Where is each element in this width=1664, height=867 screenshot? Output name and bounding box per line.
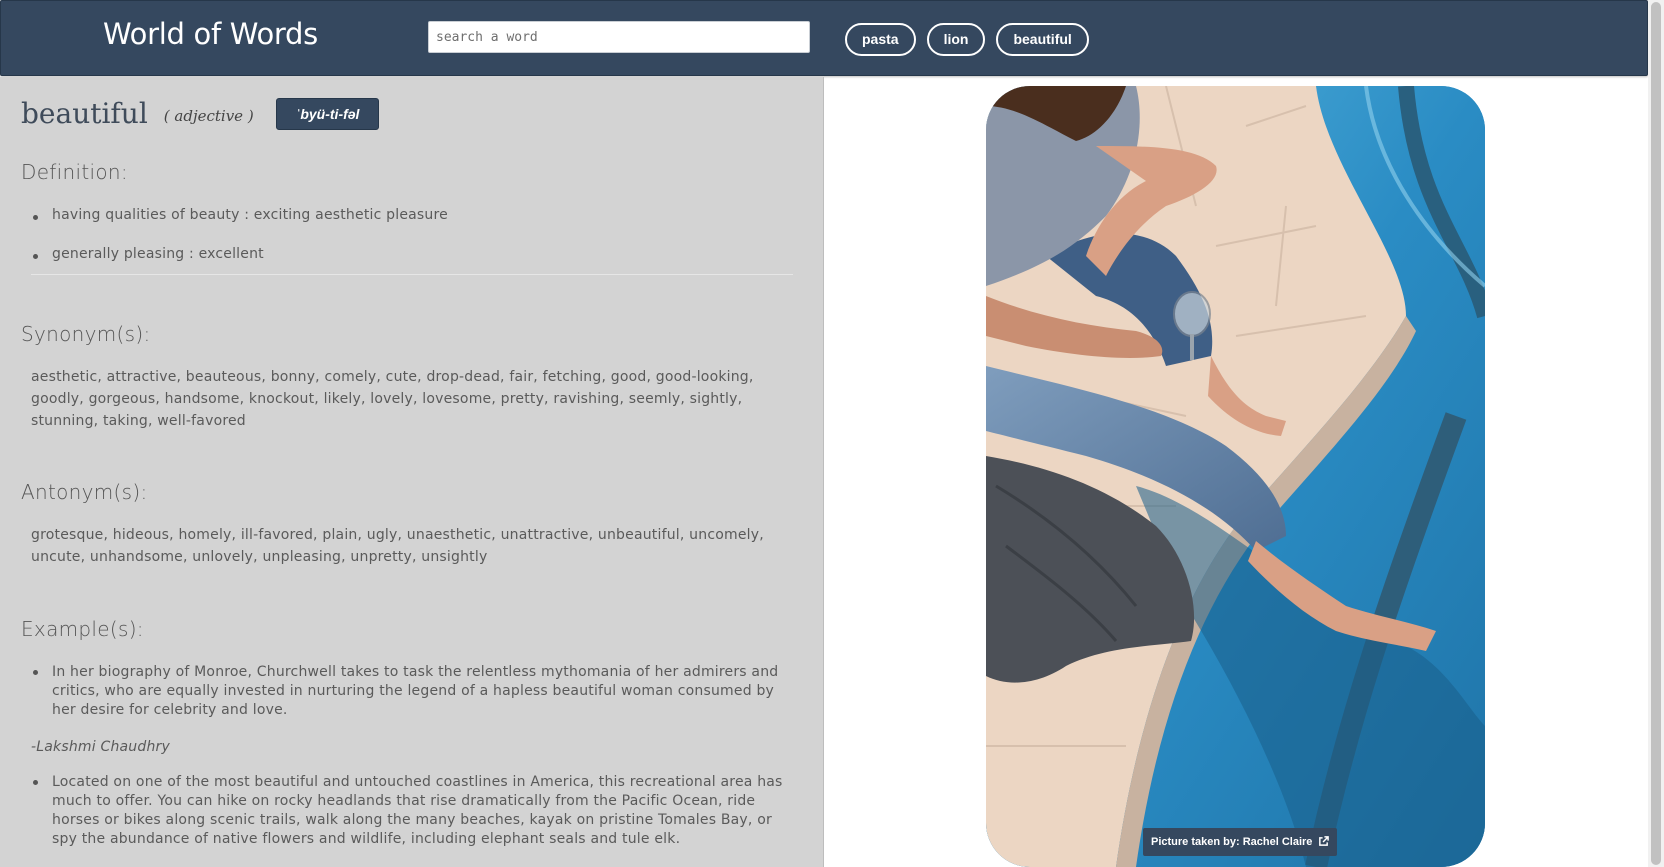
scrollbar-thumb[interactable]	[1651, 2, 1661, 865]
synonyms-heading: Synonym(s):	[21, 322, 151, 346]
word-details-panel: beautiful ( adjective ) ˈbyü-ti-fəl Defi…	[0, 77, 824, 867]
list-item: generally pleasing : excellent	[31, 246, 791, 285]
site-title[interactable]: World of Words	[103, 17, 318, 51]
word-photo	[986, 86, 1485, 867]
example-text: Located on one of the most beautiful and…	[31, 773, 797, 849]
chip-lion[interactable]: lion	[926, 23, 986, 56]
word-title: beautiful	[21, 97, 148, 130]
search-input[interactable]	[428, 21, 810, 53]
external-link-icon	[1318, 830, 1330, 858]
antonyms-heading: Antonym(s):	[21, 480, 148, 504]
pronunciation-button[interactable]: ˈbyü-ti-fəl	[275, 97, 380, 130]
example-author: -Lakshmi Chaudhry	[31, 739, 170, 755]
examples-list: In her biography of Monroe, Churchwell t…	[31, 663, 797, 849]
list-item: having qualities of beauty : exciting ae…	[31, 207, 791, 246]
page-scrollbar[interactable]	[1648, 0, 1664, 867]
word-heading: beautiful ( adjective ) ˈbyü-ti-fəl	[21, 97, 380, 130]
example-text: In her biography of Monroe, Churchwell t…	[31, 663, 797, 720]
suggested-words: pasta lion beautiful	[845, 23, 1089, 56]
chip-beautiful[interactable]: beautiful	[996, 23, 1089, 56]
synonyms-text: aesthetic, attractive, beauteous, bonny,…	[31, 369, 754, 429]
top-navbar: World of Words pasta lion beautiful	[0, 0, 1648, 76]
photo-credit-text: Picture taken by: Rachel Claire	[1151, 836, 1313, 848]
part-of-speech: ( adjective )	[163, 106, 254, 125]
examples-heading: Example(s):	[21, 617, 144, 641]
divider	[31, 274, 793, 275]
chip-pasta[interactable]: pasta	[845, 23, 916, 56]
definition-heading: Definition:	[21, 160, 128, 184]
antonyms-text: grotesque, hideous, homely, ill-favored,…	[31, 527, 764, 565]
photo-credit-link[interactable]: Picture taken by: Rachel Claire	[1143, 828, 1338, 858]
